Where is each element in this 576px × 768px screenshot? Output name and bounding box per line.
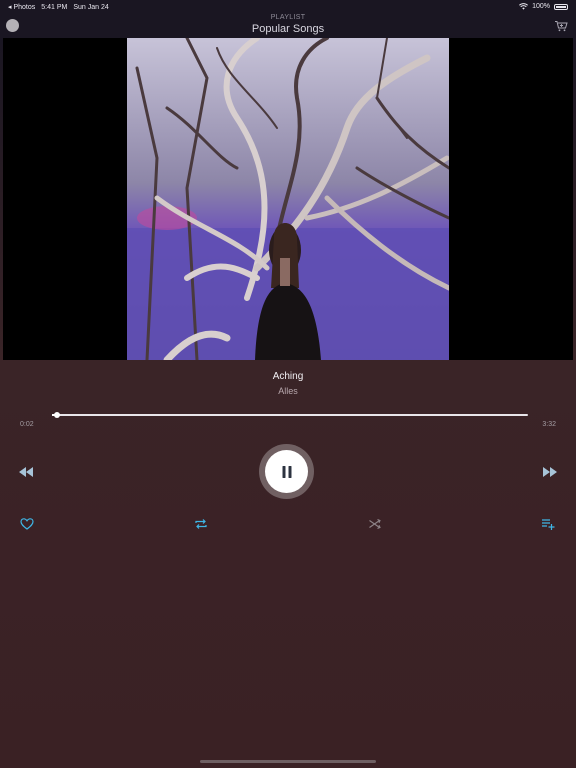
progress-knob[interactable] <box>53 412 60 418</box>
progress-slider[interactable] <box>52 412 528 418</box>
song-artist[interactable]: Alles <box>0 386 576 396</box>
duration-time: 3:32 <box>542 421 556 428</box>
play-pause-inner <box>265 450 308 493</box>
status-time: 5:41 PM <box>41 3 68 11</box>
wifi-icon <box>519 3 529 10</box>
battery-icon <box>554 3 568 10</box>
rewind-icon <box>19 467 33 477</box>
song-title: Aching <box>272 371 304 382</box>
pause-icon <box>282 465 291 478</box>
rewind-button[interactable] <box>16 465 36 479</box>
battery-percent: 100% <box>532 3 550 10</box>
playlist-title[interactable]: Popular Songs <box>0 23 576 35</box>
back-to-photos-link[interactable]: ◂ Photos <box>8 3 35 11</box>
add-to-queue-icon[interactable] <box>541 517 555 531</box>
play-pause-button[interactable] <box>259 444 314 499</box>
home-indicator[interactable] <box>200 760 376 763</box>
cart-icon[interactable] <box>554 20 568 32</box>
elapsed-time: 0:02 <box>20 421 34 428</box>
video-player[interactable] <box>3 38 573 360</box>
fast-forward-button[interactable] <box>540 465 560 479</box>
shuffle-icon[interactable] <box>368 517 382 531</box>
fast-forward-icon <box>543 467 557 477</box>
heart-icon[interactable] <box>20 517 34 531</box>
repeat-icon[interactable] <box>194 517 208 531</box>
header: PLAYLIST Popular Songs <box>0 12 576 38</box>
status-date: Sun Jan 24 <box>73 3 109 11</box>
header-subtitle: PLAYLIST <box>270 14 306 21</box>
album-artwork <box>127 38 449 360</box>
